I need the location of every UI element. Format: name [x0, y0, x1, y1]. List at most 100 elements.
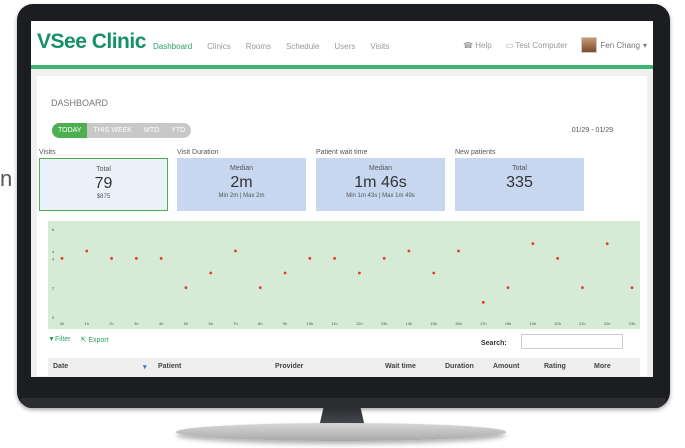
- card-label-visits: Visits: [39, 149, 56, 156]
- chart-point[interactable]: [234, 249, 237, 253]
- monitor-icon: ▭: [505, 40, 514, 50]
- chart-point[interactable]: [382, 256, 386, 260]
- top-nav: VSee Clinic Dashboard Clinics Rooms Sche…: [31, 21, 653, 65]
- chart-point[interactable]: [258, 286, 262, 290]
- card-caption: Total: [96, 166, 111, 173]
- chart-point[interactable]: [184, 286, 188, 290]
- filter-icon: ▼: [48, 336, 55, 343]
- chart-point[interactable]: [481, 300, 485, 304]
- phone-icon: ☎: [463, 40, 474, 50]
- chart-point[interactable]: [60, 256, 64, 260]
- chart-point[interactable]: [85, 249, 89, 253]
- filter-button[interactable]: ▼Filter: [48, 336, 71, 344]
- x-tick-label: 3h: [134, 321, 138, 326]
- card-caption: Median: [230, 165, 253, 172]
- chart-point[interactable]: [506, 286, 510, 290]
- nav-right: ☎ Help ▭ Test Computer Fen Chang ▾: [463, 37, 647, 53]
- col-date[interactable]: Date: [53, 363, 68, 370]
- x-tick-label: 10h: [306, 321, 313, 326]
- nav-users[interactable]: Users: [334, 42, 355, 51]
- card-sub: Min 2m | Max 2m: [218, 193, 265, 199]
- export-button[interactable]: ⇱ Export: [81, 336, 109, 344]
- chart-point[interactable]: [556, 256, 560, 260]
- card-sub: Min 1m 43s | Max 1m 49s: [346, 193, 415, 199]
- filter-label: Filter: [54, 336, 71, 343]
- y-tick-label: 6: [52, 227, 55, 232]
- tab-mtd[interactable]: MTD: [138, 123, 165, 138]
- chart-point[interactable]: [308, 256, 312, 260]
- chart-point[interactable]: [357, 271, 361, 275]
- x-tick-label: 16h: [455, 321, 462, 326]
- nav-rooms[interactable]: Rooms: [246, 42, 271, 51]
- chart-point[interactable]: [630, 286, 634, 290]
- monitor-bezel-bottom: [21, 398, 666, 408]
- nav-accent-bar: [31, 65, 653, 69]
- user-menu[interactable]: Fen Chang ▾: [581, 37, 647, 53]
- wait-time-card[interactable]: Median 1m 46s Min 1m 43s | Max 1m 49s: [316, 158, 445, 211]
- col-wait-time[interactable]: Wait time: [385, 363, 416, 370]
- chart-point[interactable]: [159, 256, 163, 260]
- chart-point[interactable]: [407, 249, 411, 253]
- col-amount[interactable]: Amount: [493, 363, 519, 370]
- nav-visits[interactable]: Visits: [370, 42, 389, 51]
- x-tick-label: 13h: [381, 321, 388, 326]
- chart-point[interactable]: [432, 271, 436, 275]
- x-tick-label: 19h: [530, 321, 537, 326]
- nav-clinics[interactable]: Clinics: [207, 42, 231, 51]
- col-rating[interactable]: Rating: [544, 363, 566, 370]
- test-computer-label: Test Computer: [515, 40, 568, 50]
- nav-dashboard[interactable]: Dashboard: [153, 42, 192, 51]
- page-title: DASHBOARD: [51, 98, 109, 108]
- monitor-base: [176, 423, 506, 441]
- chart-point[interactable]: [110, 256, 113, 260]
- col-patient[interactable]: Patient: [158, 363, 181, 370]
- help-link[interactable]: ☎ Help: [463, 41, 492, 50]
- sort-icon: ▾: [143, 364, 147, 371]
- y-tick-label: 2: [52, 286, 55, 291]
- chart-point[interactable]: [605, 242, 609, 246]
- visit-duration-card[interactable]: Median 2m Min 2m | Max 2m: [177, 158, 306, 211]
- chart-point[interactable]: [134, 256, 138, 260]
- chart-point[interactable]: [209, 271, 213, 275]
- col-more[interactable]: More: [594, 363, 611, 370]
- card-sub: $875: [96, 194, 111, 200]
- chart-point[interactable]: [581, 286, 584, 290]
- tab-ytd[interactable]: YTD: [165, 123, 191, 138]
- card-caption: Median: [369, 165, 392, 172]
- caret-down-icon: ▾: [642, 40, 647, 50]
- y-tick-label: 0: [52, 315, 55, 320]
- chart-point[interactable]: [333, 256, 337, 260]
- new-patients-card[interactable]: Total 335: [455, 158, 584, 211]
- range-tabs: TODAY THIS WEEK MTD YTD: [52, 123, 192, 138]
- card-value: 2m: [230, 174, 253, 191]
- avatar: [581, 37, 598, 53]
- x-tick-label: 15h: [430, 321, 437, 326]
- tab-this-week[interactable]: THIS WEEK: [87, 123, 138, 138]
- tab-today[interactable]: TODAY: [52, 123, 88, 138]
- card-value: 335: [506, 174, 533, 191]
- x-tick-label: 11h: [331, 321, 337, 326]
- card-label-wait: Patient wait time: [316, 149, 368, 156]
- partial-text: n: [0, 166, 13, 191]
- chart-point[interactable]: [457, 249, 460, 253]
- y-tick-label: 4: [52, 249, 55, 254]
- col-duration[interactable]: Duration: [445, 363, 474, 370]
- brand-logo[interactable]: VSee Clinic: [37, 30, 146, 54]
- nav-schedule[interactable]: Schedule: [286, 42, 319, 51]
- col-provider[interactable]: Provider: [275, 363, 303, 370]
- date-range: 01/29 - 01/29: [571, 127, 613, 134]
- chart-point[interactable]: [283, 271, 287, 275]
- test-computer-link[interactable]: ▭ Test Computer: [506, 41, 568, 50]
- card-caption: Total: [512, 165, 527, 172]
- monitor: VSee Clinic Dashboard Clinics Rooms Sche…: [17, 4, 670, 408]
- x-tick-label: 21h: [579, 321, 586, 326]
- x-tick-label: 23h: [629, 321, 636, 326]
- chart-point[interactable]: [531, 242, 535, 246]
- x-tick-label: 17h: [480, 321, 487, 326]
- x-tick-label: 12h: [356, 321, 363, 326]
- visits-card[interactable]: Total 79 $875: [39, 158, 168, 211]
- x-tick-label: 20h: [554, 321, 561, 326]
- search-input[interactable]: [521, 334, 623, 349]
- x-tick-label: 9h: [283, 321, 287, 326]
- table-header: Date ▾ Patient Provider Wait time Durati…: [48, 358, 640, 376]
